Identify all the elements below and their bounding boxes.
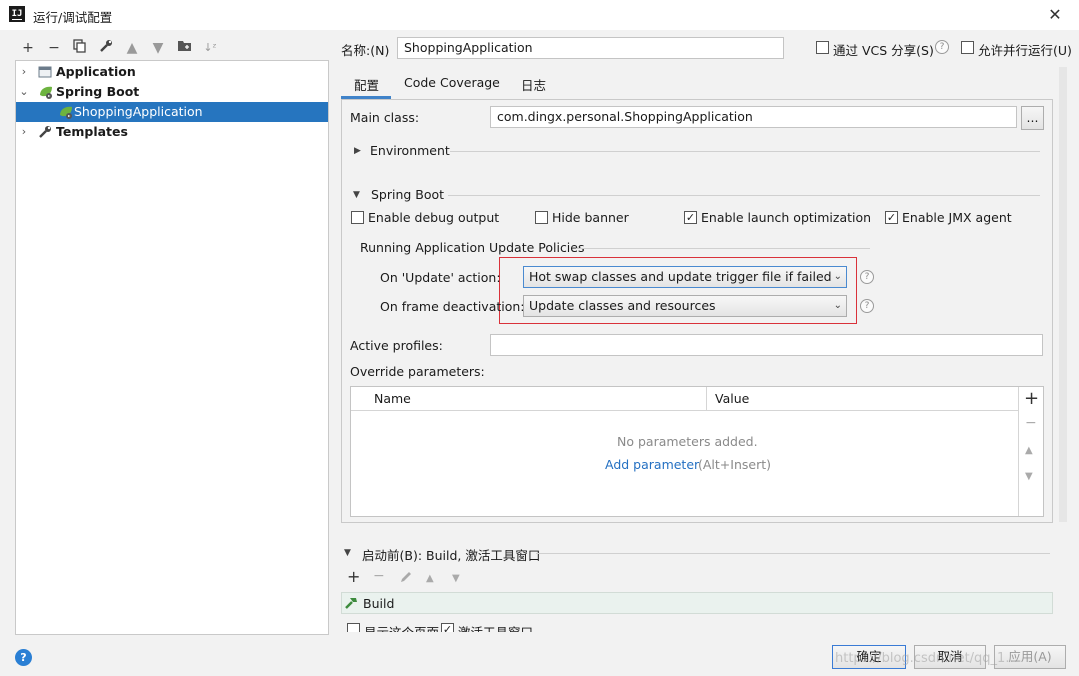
tree-item-label: ShoppingApplication	[74, 104, 203, 119]
wrench-icon[interactable]	[97, 39, 115, 57]
jmx-agent-label: Enable JMX agent	[902, 210, 1012, 225]
configuration-tree[interactable]: › Application ⌄ Spring Boot ShoppingAppl…	[15, 60, 329, 635]
hide-banner-checkbox[interactable]	[535, 211, 548, 224]
tab-config[interactable]: 配置	[354, 75, 379, 94]
plus-icon[interactable]: +	[347, 567, 360, 586]
window-title: 运行/调试配置	[33, 10, 113, 25]
vcs-share-checkbox[interactable]	[816, 41, 829, 54]
active-profiles-input[interactable]	[490, 334, 1043, 356]
on-frame-label: On frame deactivation:	[380, 299, 525, 314]
folder-icon[interactable]	[175, 39, 193, 57]
move-up-icon[interactable]: ▲	[426, 573, 434, 584]
wrench-icon	[38, 125, 52, 145]
bottom-options: 显示这个页面 ✓ 激活工具窗口	[340, 622, 640, 632]
edit-icon[interactable]	[399, 570, 413, 587]
on-frame-select[interactable]: Update classes and resources ⌄	[523, 295, 847, 317]
divider	[706, 387, 707, 411]
plus-icon[interactable]: +	[19, 39, 37, 57]
title-bar	[0, 0, 1079, 30]
tree-item-label: Spring Boot	[56, 84, 140, 99]
chevron-down-icon: ⌄	[833, 300, 842, 311]
sort-icon[interactable]: ↓ᶻ	[201, 39, 219, 57]
spring-boot-section[interactable]: Spring Boot	[371, 187, 444, 202]
minus-icon[interactable]: −	[373, 568, 385, 584]
show-page-label: 显示这个页面	[364, 622, 439, 632]
show-page-checkbox[interactable]	[347, 623, 360, 632]
add-row-icon[interactable]: +	[1024, 388, 1039, 409]
tab-code-coverage[interactable]: Code Coverage	[404, 75, 500, 90]
divider	[448, 195, 1040, 196]
divider	[576, 248, 870, 249]
remove-row-icon[interactable]: −	[1025, 415, 1037, 431]
scrollbar[interactable]	[1059, 67, 1067, 522]
shortcut-hint: (Alt+Insert)	[698, 457, 772, 472]
browse-button[interactable]: ...	[1021, 106, 1044, 130]
main-class-label: Main class:	[350, 110, 420, 125]
launch-optimization-checkbox[interactable]: ✓	[684, 211, 697, 224]
column-value-header[interactable]: Value	[715, 391, 749, 406]
tree-item-templates[interactable]: › Templates	[16, 122, 328, 142]
hide-banner-label: Hide banner	[552, 210, 629, 225]
activate-window-label: 激活工具窗口	[458, 622, 533, 632]
update-policies-title: Running Application Update Policies	[360, 240, 585, 255]
help-icon[interactable]: ?	[860, 270, 874, 284]
tree-item-spring-boot[interactable]: ⌄ Spring Boot	[16, 82, 328, 102]
watermark: https://blog.csdn.net/qq_1...	[835, 651, 1018, 666]
build-task-label[interactable]: Build	[363, 596, 394, 611]
on-update-select[interactable]: Hot swap classes and update trigger file…	[523, 266, 847, 288]
debug-output-label: Enable debug output	[368, 210, 500, 225]
tree-item-label: Templates	[56, 124, 128, 139]
tab-logs[interactable]: 日志	[521, 75, 546, 94]
column-name-header[interactable]: Name	[374, 391, 411, 406]
before-launch-section[interactable]: 启动前(B): Build, 激活工具窗口	[362, 545, 540, 564]
tree-item-label: Application	[56, 64, 136, 79]
active-profiles-label: Active profiles:	[350, 338, 443, 353]
chevron-right-icon[interactable]: ›	[18, 122, 30, 142]
divider	[1018, 387, 1019, 516]
empty-state-text: No parameters added.	[617, 434, 758, 449]
allow-parallel-label: 允许并行运行(U)	[978, 43, 1072, 58]
help-icon[interactable]: ?	[15, 649, 32, 666]
close-icon[interactable]: ✕	[1044, 4, 1066, 26]
main-class-input[interactable]: com.dingx.personal.ShoppingApplication	[490, 106, 1017, 128]
name-input[interactable]: ShoppingApplication	[397, 37, 784, 59]
collapse-spring-boot-icon[interactable]: ▼	[353, 190, 360, 200]
activate-window-checkbox[interactable]: ✓	[441, 623, 454, 632]
allow-parallel-checkbox[interactable]	[961, 41, 974, 54]
help-icon[interactable]: ?	[935, 40, 949, 54]
vcs-share-label: 通过 VCS 分享(S)	[833, 43, 934, 58]
divider	[450, 151, 1040, 152]
minus-icon[interactable]: −	[45, 39, 63, 57]
expand-environment-icon[interactable]: ▶	[354, 146, 361, 156]
tree-item-shopping-application[interactable]: ShoppingApplication	[16, 102, 328, 122]
move-down-icon[interactable]: ▼	[149, 39, 167, 57]
move-down-icon[interactable]: ▼	[1025, 471, 1033, 482]
launch-optimization-label: Enable launch optimization	[701, 210, 872, 225]
move-up-icon[interactable]: ▲	[1025, 445, 1033, 456]
copy-icon[interactable]	[71, 39, 89, 57]
move-down-icon[interactable]: ▼	[452, 573, 460, 584]
jmx-agent-checkbox[interactable]: ✓	[885, 211, 898, 224]
on-update-label: On 'Update' action:	[380, 270, 501, 285]
table-header	[351, 387, 1018, 411]
name-label: 名称:(N)	[341, 43, 390, 58]
add-parameter-link[interactable]: Add parameter	[605, 457, 699, 472]
debug-output-checkbox[interactable]	[351, 211, 364, 224]
divider	[536, 553, 1050, 554]
chevron-right-icon[interactable]: ›	[18, 62, 30, 82]
chevron-down-icon[interactable]: ⌄	[18, 82, 30, 102]
environment-section[interactable]: Environment	[370, 143, 450, 158]
hammer-icon	[344, 596, 359, 613]
tree-item-application[interactable]: › Application	[16, 62, 328, 82]
intellij-logo-icon: IJ	[9, 6, 25, 22]
collapse-before-launch-icon[interactable]: ▼	[344, 548, 351, 558]
override-parameters-label: Override parameters:	[350, 364, 485, 379]
help-icon[interactable]: ?	[860, 299, 874, 313]
before-launch-list[interactable]	[341, 592, 1053, 614]
move-up-icon[interactable]: ▲	[123, 39, 141, 57]
chevron-down-icon: ⌄	[833, 271, 842, 282]
